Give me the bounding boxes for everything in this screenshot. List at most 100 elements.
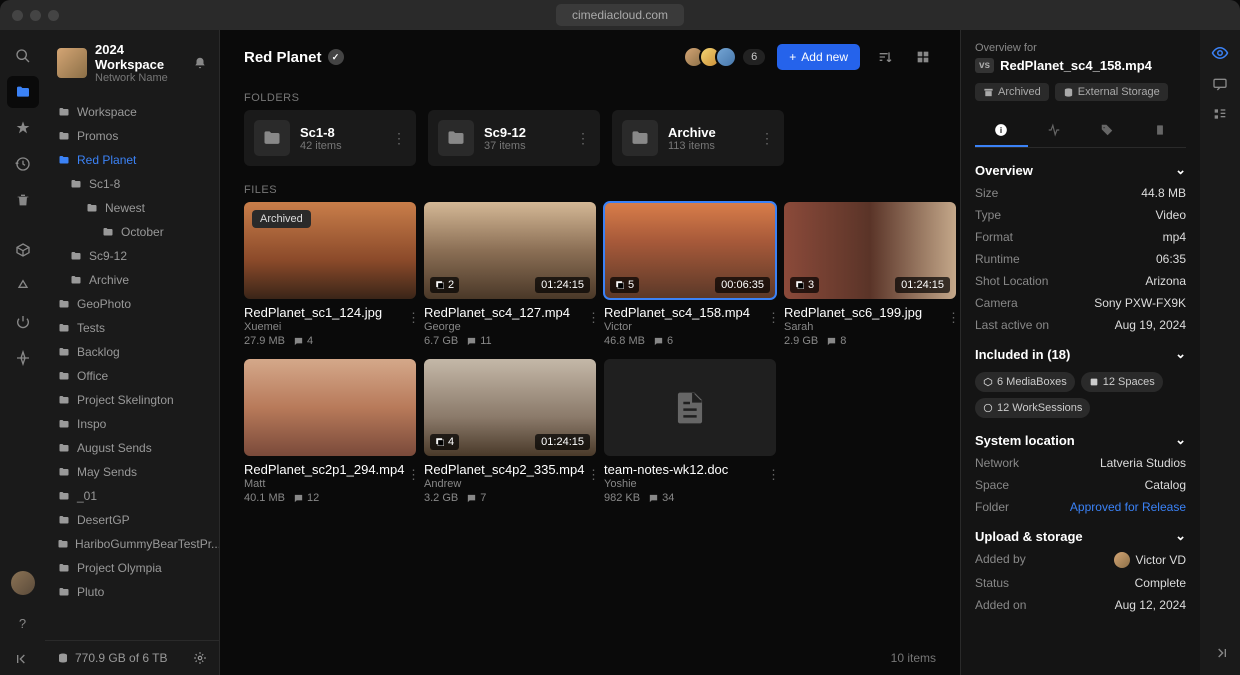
add-new-label: Add new	[801, 50, 848, 64]
more-icon[interactable]: ⋮	[767, 310, 780, 326]
eye-icon[interactable]	[1211, 44, 1229, 62]
history-icon[interactable]	[7, 148, 39, 180]
tree-item[interactable]: HariboGummyBearTestPr...	[45, 532, 219, 556]
tab-clip-icon[interactable]	[1133, 115, 1186, 147]
more-icon[interactable]: ⋮	[760, 130, 774, 147]
included-header[interactable]: Included in (18) ⌄	[975, 346, 1186, 362]
tree-item[interactable]: Workspace	[45, 100, 219, 124]
file-card[interactable]: team-notes-wk12.docYoshie982 KB34⋮	[604, 359, 776, 504]
location-header[interactable]: System location ⌄	[975, 432, 1186, 448]
file-name: RedPlanet_sc1_124.jpg	[244, 305, 416, 320]
included-chip[interactable]: 6 MediaBoxes	[975, 372, 1075, 392]
help-icon[interactable]: ?	[7, 607, 39, 639]
tree-item[interactable]: _01	[45, 484, 219, 508]
file-card[interactable]: 201:24:15RedPlanet_sc4_127.mp4George6.7 …	[424, 202, 596, 347]
comment-icon[interactable]	[1212, 76, 1228, 92]
add-new-button[interactable]: + Add new	[777, 44, 860, 70]
box-icon[interactable]	[7, 234, 39, 266]
more-icon[interactable]: ⋮	[587, 310, 600, 326]
comment-count: 6	[653, 335, 673, 347]
sort-icon[interactable]	[872, 44, 898, 70]
file-card[interactable]: 401:24:15RedPlanet_sc4p2_335.mp4Andrew3.…	[424, 359, 596, 504]
tree-item[interactable]: Newest	[45, 196, 219, 220]
detail-row: SpaceCatalog	[975, 478, 1186, 492]
expand-icon[interactable]	[1212, 645, 1228, 661]
url-bar[interactable]: cimediacloud.com	[556, 4, 684, 26]
compass-icon[interactable]	[7, 342, 39, 374]
trash-icon[interactable]	[7, 184, 39, 216]
tree-label: October	[121, 225, 164, 239]
more-icon[interactable]: ⋮	[587, 467, 600, 483]
detail-value[interactable]: Approved for Release	[1070, 500, 1186, 514]
storage-footer: 770.9 GB of 6 TB	[45, 640, 219, 675]
bell-icon[interactable]	[193, 56, 207, 70]
file-card[interactable]: RedPlanet_sc2p1_294.mp4Matt40.1 MB12⋮	[244, 359, 416, 504]
sliders-icon[interactable]	[1212, 106, 1228, 122]
workspace-header[interactable]: 2024 Workspace Network Name	[45, 30, 219, 96]
tree-item[interactable]: Tests	[45, 316, 219, 340]
detail-key: Folder	[975, 500, 1009, 514]
more-icon[interactable]: ⋮	[947, 310, 960, 326]
archived-badge: Archived	[252, 210, 311, 228]
folder-icon	[57, 322, 71, 334]
overview-header[interactable]: Overview ⌄	[975, 162, 1186, 178]
cloud-icon[interactable]	[7, 270, 39, 302]
included-chip[interactable]: 12 WorkSessions	[975, 398, 1090, 418]
tab-info-icon[interactable]: i	[975, 115, 1028, 147]
file-name: RedPlanet_sc4_158.mp4	[604, 305, 776, 320]
folder-icon	[57, 490, 71, 502]
folder-card[interactable]: Sc9-1237 items⋮	[428, 110, 600, 166]
file-thumb: 301:24:15	[784, 202, 956, 299]
more-icon[interactable]: ⋮	[392, 130, 406, 147]
included-chip[interactable]: 12 Spaces	[1081, 372, 1163, 392]
search-icon[interactable]	[7, 40, 39, 72]
power-icon[interactable]	[7, 306, 39, 338]
gear-icon[interactable]	[193, 651, 207, 665]
more-icon[interactable]: ⋮	[407, 467, 420, 483]
tree-item[interactable]: May Sends	[45, 460, 219, 484]
tree-item[interactable]: August Sends	[45, 436, 219, 460]
version-badge: vs	[975, 58, 994, 73]
comment-count: 7	[466, 492, 486, 504]
grid-view-icon[interactable]	[910, 44, 936, 70]
tree-item[interactable]: DesertGP	[45, 508, 219, 532]
tree-label: DesertGP	[77, 513, 130, 527]
collaborators[interactable]: 6	[689, 46, 765, 68]
tab-activity-icon[interactable]	[1028, 115, 1081, 147]
tree-item[interactable]: Inspo	[45, 412, 219, 436]
user-avatar[interactable]	[11, 571, 35, 595]
uploader-avatar	[1114, 552, 1130, 568]
file-card[interactable]: 500:06:35RedPlanet_sc4_158.mp4Victor46.8…	[604, 202, 776, 347]
folder-card[interactable]: Archive113 items⋮	[612, 110, 784, 166]
chevron-down-icon: ⌄	[1175, 432, 1186, 448]
tab-tags-icon[interactable]	[1081, 115, 1134, 147]
more-icon[interactable]: ⋮	[407, 310, 420, 326]
minimize-window[interactable]	[30, 10, 41, 21]
file-card[interactable]: ArchivedRedPlanet_sc1_124.jpgXuemei27.9 …	[244, 202, 416, 347]
folder-card[interactable]: Sc1-842 items⋮	[244, 110, 416, 166]
file-card[interactable]: 301:24:15RedPlanet_sc6_199.jpgSarah2.9 G…	[784, 202, 956, 347]
maximize-window[interactable]	[48, 10, 59, 21]
files-icon[interactable]	[7, 76, 39, 108]
tree-item[interactable]: Sc9-12	[45, 244, 219, 268]
tree-item[interactable]: Backlog	[45, 340, 219, 364]
files-label: FILES	[220, 176, 960, 202]
star-icon[interactable]	[7, 112, 39, 144]
breadcrumb[interactable]: Red Planet ✓	[244, 49, 344, 66]
tree-item[interactable]: Archive	[45, 268, 219, 292]
more-icon[interactable]: ⋮	[767, 467, 780, 483]
tree-item[interactable]: October	[45, 220, 219, 244]
tree-item[interactable]: GeoPhoto	[45, 292, 219, 316]
tree-item[interactable]: Red Planet	[45, 148, 219, 172]
upload-header[interactable]: Upload & storage ⌄	[975, 528, 1186, 544]
tree-item[interactable]: Project Olympia	[45, 556, 219, 580]
tree-item[interactable]: Project Skelington	[45, 388, 219, 412]
tree-item[interactable]: Sc1-8	[45, 172, 219, 196]
tree-item[interactable]: Office	[45, 364, 219, 388]
tree-item[interactable]: Promos	[45, 124, 219, 148]
more-icon[interactable]: ⋮	[576, 130, 590, 147]
close-window[interactable]	[12, 10, 23, 21]
collapse-icon[interactable]	[7, 643, 39, 675]
tree-label: Project Skelington	[77, 393, 174, 407]
tree-item[interactable]: Pluto	[45, 580, 219, 604]
